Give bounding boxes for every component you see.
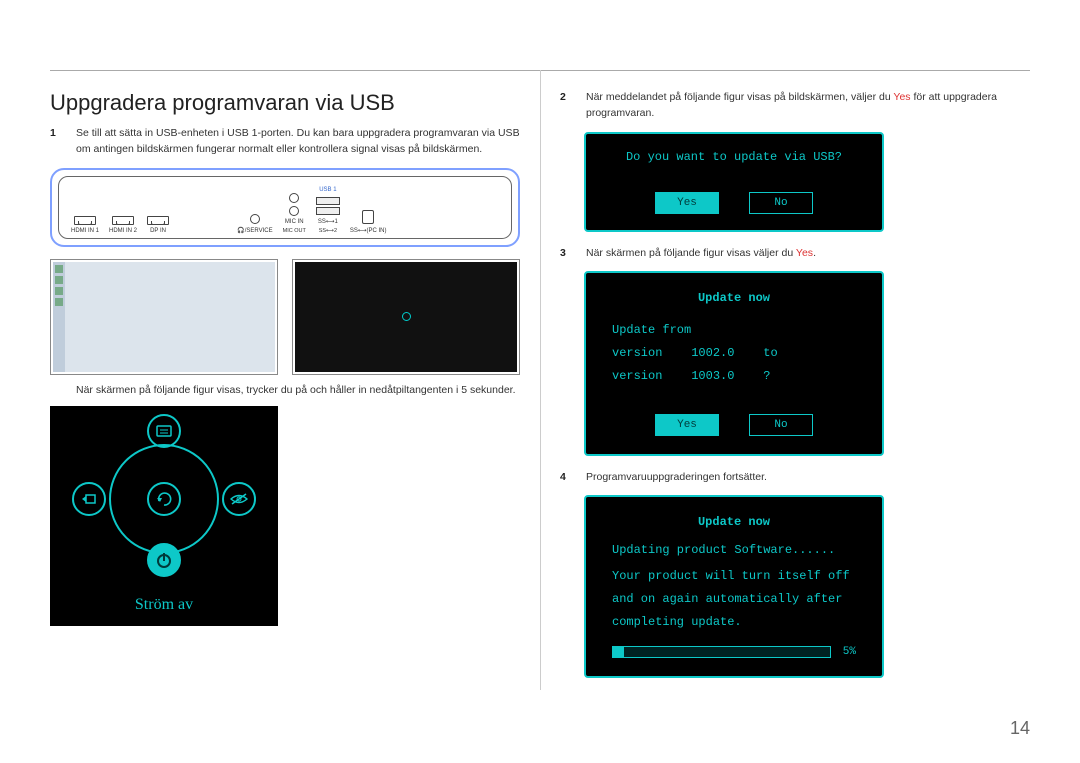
substep-text: När skärmen på följande figur visas, try…	[50, 383, 520, 399]
source-icon	[72, 482, 106, 516]
no-button[interactable]: No	[749, 414, 813, 436]
step-text: När skärmen på följande figur visas välj…	[586, 246, 1030, 262]
ports-panel: HDMI IN 1 HDMI IN 2 DP IN 🎧/SERVICE	[50, 168, 520, 247]
step-2: 2 När meddelandet på följande figur visa…	[560, 90, 1030, 122]
step-number: 2	[560, 90, 574, 122]
no-button[interactable]: No	[749, 192, 813, 214]
step-number: 3	[560, 246, 574, 262]
back-icon	[147, 482, 181, 516]
dialog-title: Update now	[612, 291, 856, 305]
dialog-question: Do you want to update via USB?	[608, 150, 860, 164]
yes-button[interactable]: Yes	[655, 192, 719, 214]
port-service: 🎧/SERVICE	[237, 214, 272, 234]
right-column: 2 När meddelandet på följande figur visa…	[560, 70, 1030, 692]
left-column: Uppgradera programvaran via USB 1 Se til…	[50, 70, 520, 692]
progress-percent: 5%	[843, 646, 856, 658]
port-dp-in: DP IN	[147, 216, 169, 234]
port-hdmi2: HDMI IN 2	[109, 216, 137, 234]
step-number: 1	[50, 126, 64, 158]
dialog-update-now: Update now Update from version 1002.0 to…	[584, 271, 884, 455]
page-number: 14	[1010, 718, 1030, 739]
power-icon	[147, 543, 181, 577]
eye-off-icon	[222, 482, 256, 516]
port-mic: MIC IN MIC OUT	[283, 193, 306, 234]
step-text: Programvaruuppgraderingen fortsätter.	[586, 470, 1030, 486]
step-text: När meddelandet på följande figur visas …	[586, 90, 1030, 122]
progress-bar	[612, 646, 831, 658]
page-title: Uppgradera programvaran via USB	[50, 90, 520, 116]
menu-icon	[147, 414, 181, 448]
step-number: 4	[560, 470, 574, 486]
step-4: 4 Programvaruuppgraderingen fortsätter.	[560, 470, 1030, 486]
step-3: 3 När skärmen på följande figur visas vä…	[560, 246, 1030, 262]
step-text: Se till att sätta in USB-enheten i USB 1…	[76, 126, 520, 158]
power-off-label: Ström av	[50, 596, 278, 614]
port-hdmi1: HDMI IN 1	[71, 216, 99, 234]
jog-control-panel: Ström av	[50, 406, 278, 626]
dialog-body: Update from version 1002.0 to version 10…	[612, 319, 856, 387]
dialog-title: Update now	[612, 515, 856, 529]
screen-desktop	[50, 259, 278, 375]
screen-no-signal	[292, 259, 520, 375]
dialog-update-via-usb: Do you want to update via USB? Yes No	[584, 132, 884, 232]
usb1-label: USB 1	[319, 187, 336, 193]
dialog-updating: Update now Updating product Software....…	[584, 495, 884, 677]
port-pc-in: SS⟷(PC IN)	[350, 210, 387, 234]
step-1: 1 Se till att sätta in USB-enheten i USB…	[50, 126, 520, 158]
yes-button[interactable]: Yes	[655, 414, 719, 436]
updating-line-1: Updating product Software......	[612, 543, 856, 557]
port-usb: USB 1 SS⟷1 SS⟷2	[316, 187, 340, 234]
updating-line-2: Your product will turn itself off and on…	[612, 565, 856, 633]
example-screens	[50, 259, 520, 375]
